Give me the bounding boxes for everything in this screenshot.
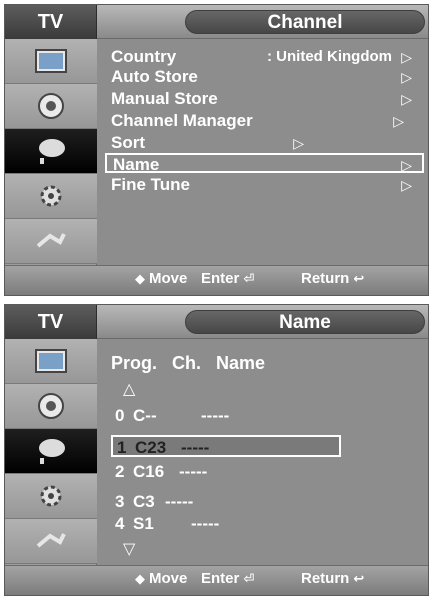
move-label: Move (149, 570, 188, 587)
setup-icon[interactable] (5, 174, 97, 219)
chevron-right-icon: ▷ (401, 177, 412, 193)
help-bar: ◆ Move Enter ⏎ Return ↩ (5, 265, 428, 295)
name-menu-screen: TV Name Prog. Ch. Name △ 0 C-- ----- 1 C… (4, 304, 429, 596)
move-hint: ◆ Move (135, 270, 187, 287)
return-label: Return (301, 270, 350, 287)
menu-item-label: Country (111, 47, 177, 66)
enter-label: Enter (201, 570, 240, 587)
move-icon: ◆ (135, 570, 145, 586)
menu-item-manual-store[interactable]: Manual Store ▷ (105, 89, 422, 109)
list-item[interactable]: 3 C3 ----- (111, 491, 311, 513)
chevron-right-icon: ▷ (401, 91, 412, 107)
sound-icon[interactable] (5, 84, 97, 129)
country-value: : United Kingdom (267, 48, 392, 65)
return-label: Return (301, 570, 350, 587)
menu-item-channel-manager[interactable]: Channel Manager ▷ (105, 111, 422, 131)
prog-number: 1 (117, 438, 127, 457)
enter-hint: Enter ⏎ (201, 270, 254, 287)
setup-icon[interactable] (5, 474, 97, 519)
list-item[interactable]: 2 C16 ----- (111, 461, 311, 483)
move-label: Move (149, 270, 188, 287)
input-icon[interactable] (5, 219, 97, 264)
chevron-right-icon: ▷ (401, 69, 412, 85)
channel-menu-screen: TV Channel Country : United Kingdom ▷ Au… (4, 4, 429, 296)
menu-item-sort[interactable]: Sort ▷ (105, 133, 422, 153)
header-name: Name (216, 353, 266, 373)
channel-icon[interactable] (5, 129, 97, 174)
list-item[interactable]: 0 C-- ----- (111, 405, 311, 427)
scroll-up-icon[interactable]: △ (123, 379, 135, 399)
move-hint: ◆ Move (135, 570, 187, 587)
list-item-selected[interactable]: 1 C23 ----- (111, 435, 341, 457)
menu-item-label: Manual Store (111, 89, 218, 108)
menu-item-label: Fine Tune (111, 175, 191, 194)
chevron-right-icon: ▷ (401, 49, 412, 65)
station-name: ----- (201, 406, 230, 425)
menu-item-label: Sort (111, 133, 145, 152)
menu-item-auto-store[interactable]: Auto Store ▷ (105, 67, 422, 87)
picture-icon[interactable] (5, 39, 97, 84)
sound-icon[interactable] (5, 384, 97, 429)
sidebar (5, 39, 97, 267)
station-name: ----- (181, 438, 210, 457)
menu-item-label: Channel Manager (111, 111, 253, 130)
menu-item-fine-tune[interactable]: Fine Tune ▷ (105, 175, 422, 195)
channel-id: S1 (133, 514, 154, 533)
channel-id: C16 (133, 462, 165, 481)
chevron-right-icon: ▷ (393, 113, 404, 129)
menu-title-bar: TV Channel (5, 5, 428, 39)
help-bar: ◆ Move Enter ⏎ Return ↩ (5, 565, 428, 595)
channel-menu-list: Country : United Kingdom ▷ Auto Store ▷ … (97, 39, 428, 267)
chevron-right-icon: ▷ (401, 157, 412, 173)
menu-item-label: Name (113, 155, 160, 174)
channel-id: C23 (135, 438, 167, 457)
move-icon: ◆ (135, 270, 145, 286)
scroll-down-icon[interactable]: ▽ (123, 539, 135, 559)
chevron-right-icon: ▷ (293, 135, 304, 151)
menu-item-country[interactable]: Country : United Kingdom ▷ (105, 47, 422, 67)
enter-icon: ⏎ (243, 270, 255, 286)
prog-number: 3 (115, 492, 125, 511)
header-ch: Ch. (172, 353, 202, 373)
page-title: Channel (185, 10, 425, 34)
tv-label: TV (5, 305, 97, 339)
list-item[interactable]: 4 S1 ----- (111, 513, 311, 535)
menu-item-label: Auto Store (111, 67, 198, 86)
tv-label: TV (5, 5, 97, 39)
column-headers: Prog. Ch. Name (111, 353, 275, 374)
enter-hint: Enter ⏎ (201, 570, 254, 587)
picture-icon[interactable] (5, 339, 97, 384)
channel-id: C-- (133, 406, 157, 425)
return-icon: ↩ (353, 570, 365, 586)
enter-icon: ⏎ (243, 570, 255, 586)
channel-icon[interactable] (5, 429, 97, 474)
prog-number: 2 (115, 462, 125, 481)
sidebar (5, 339, 97, 567)
station-name: ----- (179, 462, 208, 481)
menu-title-bar: TV Name (5, 305, 428, 339)
station-name: ----- (165, 492, 194, 511)
menu-item-name[interactable]: Name ▷ (105, 153, 424, 174)
station-name: ----- (191, 514, 220, 533)
prog-number: 0 (115, 406, 125, 425)
name-list: Prog. Ch. Name △ 0 C-- ----- 1 C23 -----… (97, 339, 428, 567)
page-title: Name (185, 310, 425, 334)
return-icon: ↩ (353, 270, 365, 286)
header-prog: Prog. (111, 353, 158, 373)
prog-number: 4 (115, 514, 125, 533)
enter-label: Enter (201, 270, 240, 287)
return-hint: Return ↩ (301, 570, 364, 587)
return-hint: Return ↩ (301, 270, 364, 287)
input-icon[interactable] (5, 519, 97, 564)
